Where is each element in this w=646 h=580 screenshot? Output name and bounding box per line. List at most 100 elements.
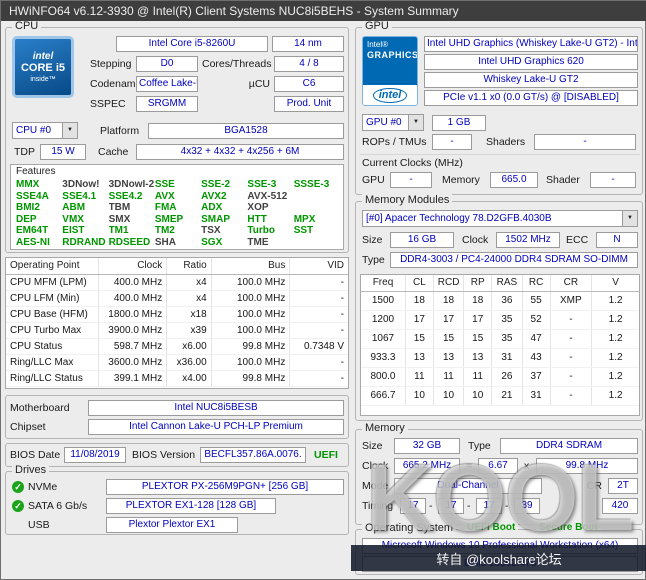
column-header: CR bbox=[549, 275, 592, 292]
tdp-label: TDP bbox=[14, 146, 35, 158]
drive-bus-sata: SATA 6 Gb/s bbox=[28, 500, 88, 512]
memory-module-selector[interactable]: [#0] Apacer Technology 78.D2GFB.4030B ▼ bbox=[362, 210, 638, 227]
shader-clock-field: - bbox=[590, 172, 636, 188]
module-timing-row: 1067 15 15 15 35 47-1.2 bbox=[361, 329, 639, 349]
column-header: VID bbox=[289, 258, 348, 275]
timing-trp-field: 17 bbox=[476, 498, 502, 514]
memory-type-field: DDR4 SDRAM bbox=[500, 438, 638, 454]
cpu-feature-sse-2: SSE-2 bbox=[201, 179, 231, 190]
cell: 21 bbox=[491, 386, 523, 406]
cell: 18 bbox=[404, 291, 434, 311]
chevron-down-icon[interactable]: ▼ bbox=[408, 115, 423, 130]
cell: 37 bbox=[521, 367, 551, 387]
tdp-field: 15 W bbox=[40, 144, 86, 160]
cpu-selector-value: CPU #0 bbox=[16, 125, 52, 136]
cell: 1.2 bbox=[591, 291, 639, 311]
module-timing-row: 800.0 11 11 11 26 37-1.2 bbox=[361, 367, 639, 387]
cpu-group: CPU intel CORE i5 inside™ Intel Core i5-… bbox=[5, 20, 349, 253]
cr-label: CR bbox=[586, 480, 602, 492]
cpu-feature-blank bbox=[294, 191, 340, 203]
chevron-down-icon[interactable]: ▼ bbox=[622, 211, 637, 226]
dash: - bbox=[429, 500, 433, 512]
cell: XMP bbox=[549, 291, 592, 311]
memory-size-label: Size bbox=[362, 440, 383, 452]
cpu-feature-tme: TME bbox=[247, 236, 269, 248]
gpu-logo-product-text: GRAPHICS bbox=[367, 50, 418, 60]
cell: Ring/LLC Max bbox=[6, 354, 99, 371]
cell: 15 bbox=[463, 329, 492, 349]
operating-point-row: Ring/LLC Max 3600.0 MHz x36.00 100.0 MHz - bbox=[6, 354, 348, 371]
cell: 11 bbox=[404, 367, 434, 387]
cpu-feature-sst: SST bbox=[293, 225, 314, 236]
shaders-label: Shaders bbox=[486, 136, 526, 148]
cell: 0.7348 V bbox=[289, 338, 348, 355]
cpu-feature-sse: SSE bbox=[154, 179, 175, 190]
memory-modules-group-label: Memory Modules bbox=[362, 194, 453, 206]
cell: 17 bbox=[432, 310, 464, 330]
cell: 18 bbox=[463, 291, 492, 311]
cell: - bbox=[549, 329, 592, 349]
window-title: HWiNFO64 v6.12-3930 @ Intel(R) Client Sy… bbox=[9, 4, 459, 18]
gpu-pcie-field: PCIe v1.1 x0 (0.0 GT/s) @ [DISABLED] bbox=[424, 90, 638, 106]
operating-point-row: CPU Turbo Max 3900.0 MHz x39 100.0 MHz - bbox=[6, 322, 348, 339]
memory-size-field: 32 GB bbox=[394, 438, 460, 454]
module-size-label: Size bbox=[362, 234, 383, 246]
dash: - bbox=[505, 500, 509, 512]
cpu-feature-dep: DEP bbox=[16, 213, 37, 225]
codename-field: Coffee Lake-U bbox=[136, 76, 198, 92]
motherboard-field: Intel NUC8i5BESB bbox=[88, 400, 344, 416]
cell: 10 bbox=[432, 386, 464, 406]
cell: 15 bbox=[432, 329, 464, 349]
drives-group-label: Drives bbox=[12, 464, 50, 476]
ucu-field: C6 bbox=[274, 76, 344, 92]
cell: - bbox=[549, 367, 592, 387]
cell: 47 bbox=[521, 329, 551, 349]
logo-inside-text: inside™ bbox=[30, 75, 56, 83]
cell: 43 bbox=[521, 348, 551, 368]
motherboard-label: Motherboard bbox=[10, 402, 70, 414]
cpu-feature-avx-512: AVX-512 bbox=[247, 190, 288, 202]
gpu-selector[interactable]: GPU #0 ▼ bbox=[362, 114, 424, 131]
cpu-feature-avx: AVX bbox=[154, 190, 175, 202]
cpu-feature-blank bbox=[294, 202, 340, 214]
cell: 18 bbox=[432, 291, 464, 311]
cell: x6.00 bbox=[166, 338, 212, 355]
column-header: Operating Point bbox=[6, 258, 99, 275]
features-label: Features bbox=[16, 166, 56, 177]
cell: CPU Status bbox=[6, 338, 99, 355]
gpu-selector-value: GPU #0 bbox=[366, 117, 402, 128]
cache-field: 4x32 + 4x32 + 4x256 + 6M bbox=[136, 144, 344, 160]
cell: - bbox=[549, 386, 592, 406]
cell: 666.7 bbox=[361, 386, 406, 406]
platform-field: BGA1528 bbox=[148, 123, 344, 139]
chevron-down-icon[interactable]: ▼ bbox=[62, 123, 77, 138]
module-type-field: DDR4-3003 / PC4-24000 DDR4 SDRAM SO-DIMM bbox=[390, 252, 638, 268]
cell: 1500 bbox=[361, 291, 406, 311]
cpu-feature-mmx: MMX bbox=[16, 179, 40, 190]
cpu-feature-rdrand: RDRAND bbox=[62, 236, 106, 248]
cpu-features-box: Features MMX 3DNow! 3DNowI-2 SSE SSE-2 SSE-3 S… bbox=[10, 164, 344, 250]
memory-ratio-field: 6.67 bbox=[478, 458, 518, 474]
cell: 10 bbox=[404, 386, 434, 406]
cpu-features-grid: MMX 3DNow! 3DNowI-2 SSE SSE-2 SSE-3 SSSE-3 SSE4… bbox=[16, 179, 340, 248]
cell: 52 bbox=[521, 310, 551, 330]
cell: 31 bbox=[491, 348, 523, 368]
column-header: RP bbox=[463, 275, 492, 292]
chipset-label: Chipset bbox=[10, 421, 46, 433]
cell: 26 bbox=[491, 367, 523, 387]
cell: 1.2 bbox=[591, 386, 639, 406]
sspec-field: SRGMM bbox=[136, 96, 198, 112]
cell: x36.00 bbox=[166, 354, 212, 371]
cpu-feature-aes-ni: AES-NI bbox=[16, 236, 50, 248]
cpu-feature-em64t: EM64T bbox=[16, 225, 49, 236]
title-bar[interactable]: HWiNFO64 v6.12-3930 @ Intel(R) Client Sy… bbox=[1, 1, 646, 21]
module-type-label: Type bbox=[362, 254, 385, 266]
cpu-selector[interactable]: CPU #0 ▼ bbox=[12, 122, 78, 139]
cell: 1800.0 MHz bbox=[97, 306, 167, 323]
intel-swirl-logo: intel bbox=[372, 87, 408, 103]
uefi-badge: UEFI bbox=[314, 449, 338, 461]
memory-bus-field: 99.8 MHz bbox=[536, 458, 638, 474]
cell: - bbox=[289, 354, 348, 371]
gpu-name-field: Intel UHD Graphics (Whiskey Lake-U GT2) … bbox=[424, 36, 638, 52]
cell: 933.3 bbox=[361, 348, 406, 368]
